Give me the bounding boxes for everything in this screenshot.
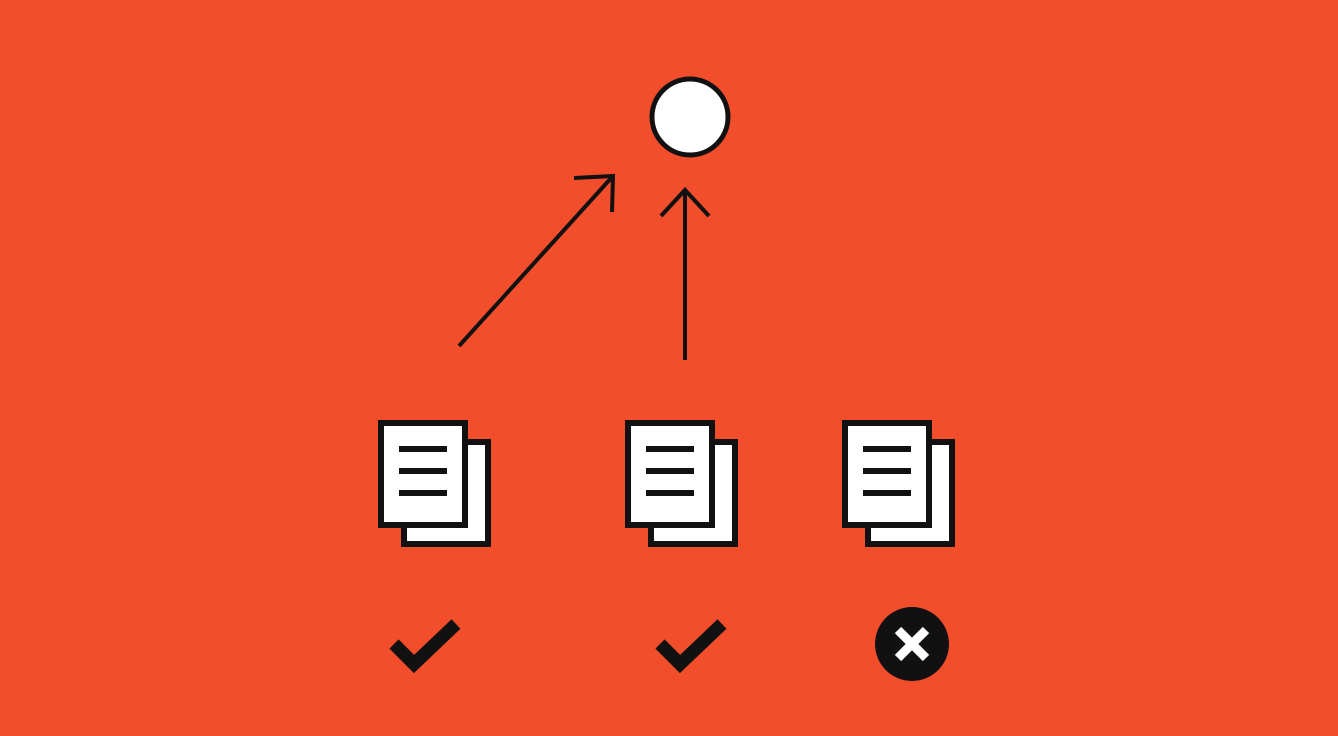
- check-icon: [660, 624, 722, 664]
- document-stack-icon: [845, 423, 952, 544]
- arrow-doc2-to-node: [659, 187, 711, 360]
- diagram-canvas: [0, 0, 1338, 736]
- x-circle-icon: [875, 607, 949, 681]
- document-stack-icon: [628, 423, 735, 544]
- document-stack-icon: [381, 423, 488, 544]
- arrow-doc1-to-node: [457, 173, 616, 348]
- check-icon: [394, 624, 456, 664]
- diagram-svg: [0, 76, 1338, 681]
- circle-node-icon: [649, 76, 731, 158]
